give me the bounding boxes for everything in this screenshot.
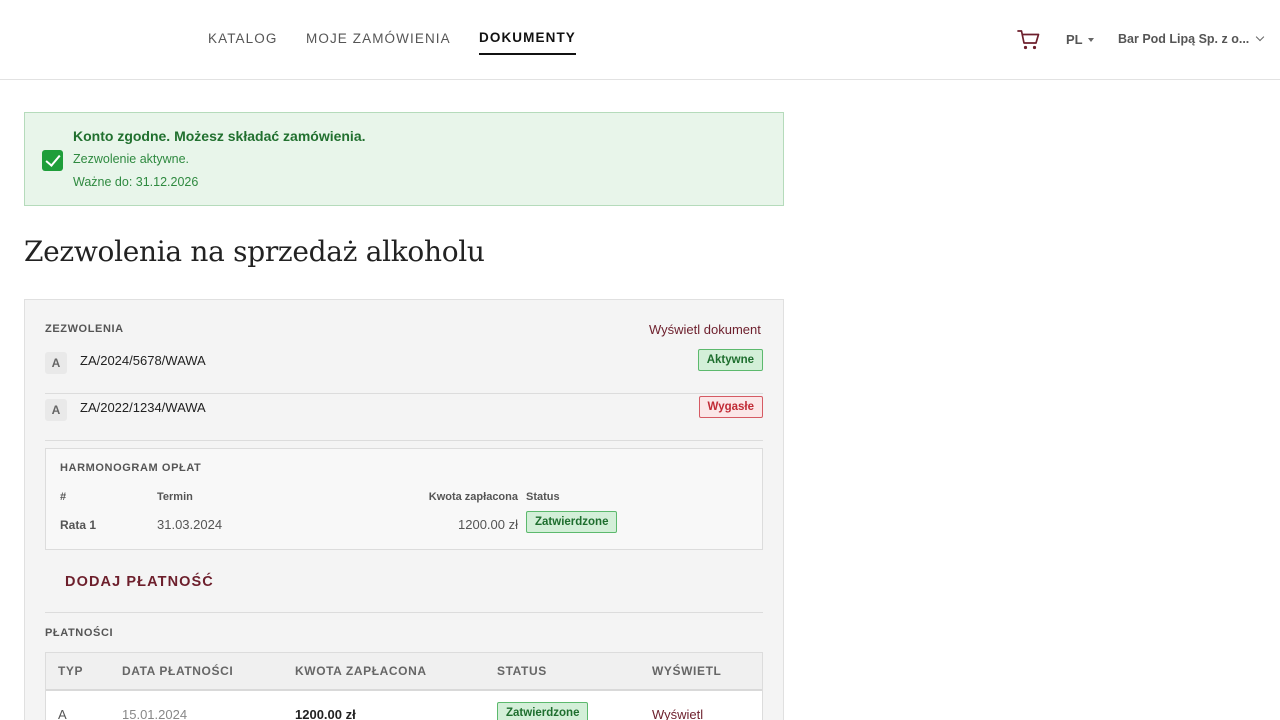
page-title: Zezwolenia na sprzedaż alkoholu [24,235,485,268]
permit-type: A [45,399,67,421]
status-badge-approved: Zatwierdzone [526,511,618,533]
alert-permit-status: Zezwolenie aktywne. [73,152,190,166]
fee-schedule-label: HARMONOGRAM OPŁAT [60,462,202,474]
schedule-header-status: Status [526,491,560,503]
schedule-header-due: Termin [157,491,193,503]
installment-name: Rata 1 [60,518,97,532]
schedule-header-amount: Kwota zapłacona [428,491,518,503]
payments-table-header: TYP DATA PŁATNOŚCI KWOTA ZAPŁACONA STATU… [46,653,762,691]
status-badge-active: Aktywne [697,349,763,371]
payment-amount: 1200.00 zł [295,707,356,720]
check-icon [42,150,63,171]
language-label: PL [1066,32,1083,47]
permits-section-label: ZEZWOLENIA [45,323,124,335]
caret-down-icon [1087,38,1094,42]
nav-moje-zamowienia[interactable]: MOJE ZAMÓWIENIA [306,31,451,46]
permits-panel: ZEZWOLENIA Wyświetl dokument A ZA/2024/5… [24,299,784,720]
permit-row[interactable]: A ZA/2022/1234/WAWA Wygasłe [45,395,763,441]
installment-amount: 1200.00 zł [458,517,518,532]
col-header-type: TYP [58,664,84,678]
col-header-amount: KWOTA ZAPŁACONA [295,664,427,678]
payment-date: 15.01.2024 [122,707,188,720]
chevron-down-icon [1256,32,1265,42]
payments-table: TYP DATA PŁATNOŚCI KWOTA ZAPŁACONA STATU… [45,652,763,720]
top-navigation: KATALOG MOJE ZAMÓWIENIA DOKUMENTY PL Bar… [0,0,1280,80]
col-header-date: DATA PŁATNOŚCI [122,664,234,678]
installment-due-date: 31.03.2024 [157,517,223,532]
nav-dokumenty[interactable]: DOKUMENTY [479,30,576,55]
permit-type: A [45,352,67,374]
permit-row[interactable]: A ZA/2024/5678/WAWA Aktywne [45,348,763,394]
permit-number: ZA/2024/5678/WAWA [80,353,206,368]
view-payment-link[interactable]: Wyświetl [652,707,703,720]
account-name: Bar Pod Lipą Sp. z o... [1118,32,1250,46]
nav-katalog[interactable]: KATALOG [208,31,277,46]
payment-type: A [58,707,67,720]
alert-valid-until: Ważne do: 31.12.2026 [73,175,199,189]
language-selector[interactable]: PL [1066,32,1094,47]
compliance-alert: Konto zgodne. Możesz składać zamówienia.… [24,112,784,206]
schedule-header-number: # [60,491,67,503]
account-menu[interactable]: Bar Pod Lipą Sp. z o... [1118,32,1265,46]
col-header-view: WYŚWIETL [652,664,722,678]
payments-section-label: PŁATNOŚCI [45,627,114,639]
alert-title: Konto zgodne. Możesz składać zamówienia. [73,128,366,144]
col-header-status: STATUS [497,664,547,678]
status-badge-approved: Zatwierdzone [497,702,589,720]
status-badge-expired: Wygasłe [698,396,763,418]
divider [45,612,763,613]
cart-icon[interactable] [1017,29,1041,51]
add-payment-button[interactable]: DODAJ PŁATNOŚĆ [65,574,214,590]
view-document-link[interactable]: Wyświetl dokument [649,322,761,337]
fee-schedule: HARMONOGRAM OPŁAT # Termin Kwota zapłaco… [45,448,763,550]
permit-number: ZA/2022/1234/WAWA [80,400,206,415]
